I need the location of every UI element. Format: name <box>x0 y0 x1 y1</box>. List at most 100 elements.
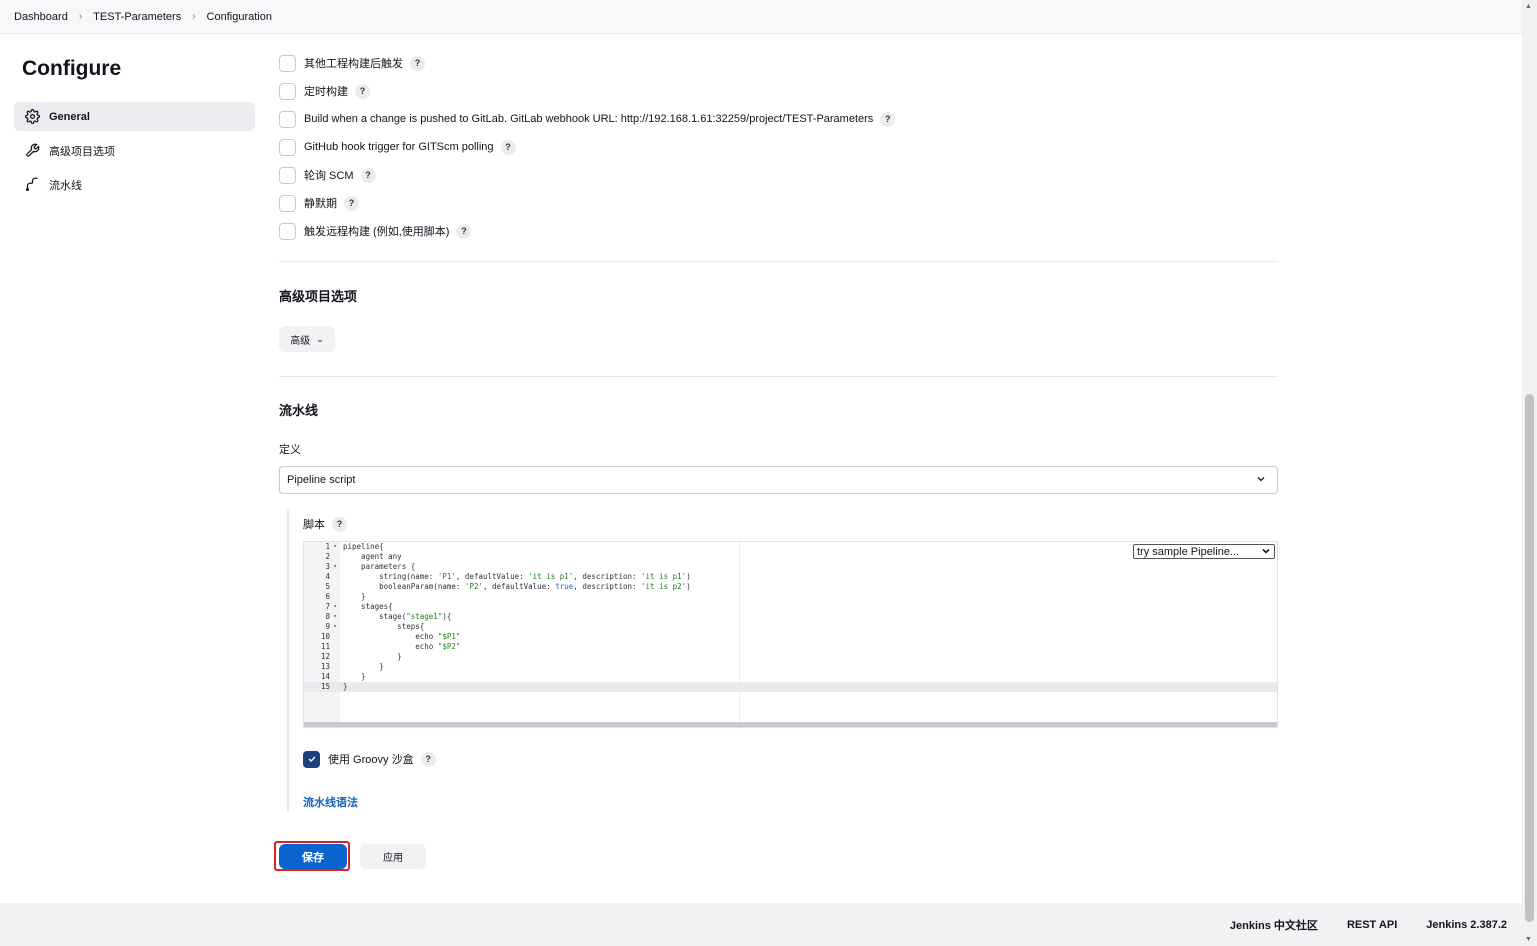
groovy-sandbox-checkbox[interactable] <box>303 750 320 768</box>
apply-button[interactable]: 应用 <box>360 844 426 869</box>
wrench-icon <box>24 143 40 159</box>
sample-pipeline-select[interactable]: try sample Pipeline... <box>1133 544 1275 559</box>
fold-arrow-icon[interactable]: ▾ <box>330 622 340 632</box>
trigger-label: 定时构建 <box>304 86 348 98</box>
line-number: 6 <box>325 592 330 601</box>
chevron-down-icon: ⌄ <box>316 333 324 344</box>
code-line: 6 } <box>304 592 691 602</box>
sidebar-item-general[interactable]: General <box>14 102 255 131</box>
code-line: 8 ▾ stage("stage1"){ <box>304 612 691 622</box>
line-number: 12 <box>320 652 330 661</box>
trigger-row: 触发远程构建 (例如,使用脚本) ? <box>279 222 472 240</box>
line-number: 2 <box>325 552 330 561</box>
code-text: } <box>343 672 366 681</box>
code-text: } <box>343 662 384 671</box>
page-title: Configure <box>22 57 122 80</box>
code-text: pipeline{ <box>343 542 384 551</box>
fold-arrow-icon <box>330 642 340 652</box>
nested-indicator <box>287 510 289 812</box>
line-number: 3 <box>325 562 330 571</box>
help-icon[interactable]: ? <box>880 111 896 127</box>
code-line: 11 echo "$P2" <box>304 642 691 652</box>
chevron-down-icon <box>1260 545 1272 560</box>
line-number: 11 <box>320 642 330 651</box>
help-icon[interactable]: ? <box>500 139 516 155</box>
trigger-checkbox[interactable] <box>279 166 296 184</box>
fold-arrow-icon <box>330 632 340 642</box>
help-icon[interactable]: ? <box>360 167 376 183</box>
line-number: 9 <box>325 622 330 631</box>
chevron-right-icon: › <box>192 11 196 22</box>
code-line: 12 } <box>304 652 691 662</box>
breadcrumb-configuration[interactable]: Configuration <box>207 11 272 23</box>
sidebar-item-label: 流水线 <box>49 179 82 192</box>
pipeline-script-editor[interactable]: 1 ▾ pipeline{2 agent any 3 ▾ parameters {4 s… <box>303 541 1278 728</box>
pipeline-syntax-link[interactable]: 流水线语法 <box>303 794 358 810</box>
trigger-label: 触发远程构建 (例如,使用脚本) <box>304 226 450 238</box>
footer-rest-api-link[interactable]: REST API <box>1347 919 1397 931</box>
footer-community-link[interactable]: Jenkins 中文社区 <box>1230 917 1318 933</box>
code-line: 4 string(name: 'P1', defaultValue: 'it i… <box>304 572 690 582</box>
help-icon[interactable]: ? <box>456 223 472 239</box>
fold-arrow-icon[interactable]: ▾ <box>330 562 340 572</box>
code-text: echo "$P2" <box>343 642 461 651</box>
sidebar-item-pipeline[interactable]: 流水线 <box>14 170 255 199</box>
trigger-checkbox[interactable] <box>279 54 296 72</box>
code-text: stages{ <box>343 602 393 611</box>
fold-arrow-icon[interactable]: ▾ <box>330 612 340 622</box>
footer: Jenkins 中文社区 REST API Jenkins 2.387.2 <box>0 903 1522 946</box>
trigger-checkbox[interactable] <box>279 138 296 156</box>
pipeline-icon <box>24 177 40 193</box>
fold-arrow-icon <box>330 552 340 562</box>
code-line: 9 ▾ steps{ <box>304 622 691 632</box>
fold-arrow-icon <box>330 572 340 582</box>
trigger-checkbox[interactable] <box>279 222 296 240</box>
footer-version-link[interactable]: Jenkins 2.387.2 <box>1426 919 1507 931</box>
line-number: 5 <box>325 582 330 591</box>
sidebar: Configure General 高级项目选项 流水线 <box>14 34 255 199</box>
page-scrollbar[interactable]: ▲ ▼ <box>1522 0 1537 946</box>
line-number: 13 <box>320 662 330 671</box>
advanced-button[interactable]: 高级 ⌄ <box>279 326 335 352</box>
sidebar-item-advanced[interactable]: 高级项目选项 <box>14 136 255 165</box>
trigger-checkbox[interactable] <box>279 194 296 212</box>
line-number: 4 <box>325 572 330 581</box>
groovy-sandbox-row: 使用 Groovy 沙盒 ? <box>303 750 436 768</box>
help-icon[interactable]: ? <box>344 195 359 211</box>
trigger-row: 轮询 SCM ? <box>279 166 376 184</box>
code-text: agent any <box>343 552 402 561</box>
gear-icon <box>24 109 40 125</box>
trigger-checkbox[interactable] <box>279 82 296 100</box>
editor-scrollbar[interactable] <box>304 722 1277 727</box>
breadcrumb-project[interactable]: TEST-Parameters <box>93 11 181 23</box>
scroll-down-icon[interactable]: ▼ <box>1525 936 1532 943</box>
trigger-row: GitHub hook trigger for GITScm polling ? <box>279 138 516 156</box>
help-icon[interactable]: ? <box>332 516 347 532</box>
save-button[interactable]: 保存 <box>279 844 347 869</box>
help-icon[interactable]: ? <box>355 83 370 99</box>
code-text: parameters { <box>343 562 416 571</box>
fold-arrow-icon[interactable]: ▾ <box>330 542 340 552</box>
fold-arrow-icon <box>330 662 340 672</box>
scroll-thumb[interactable] <box>1525 394 1534 922</box>
code-line: 15} <box>304 682 691 692</box>
code-text: echo "$P1" <box>343 632 461 641</box>
definition-select[interactable]: Pipeline script <box>279 466 1278 494</box>
code-text: booleanParam(name: 'P2', defaultValue: t… <box>343 582 691 591</box>
breadcrumb-dashboard[interactable]: Dashboard <box>14 11 68 23</box>
code-text: stage("stage1"){ <box>343 612 452 621</box>
trigger-checkbox[interactable] <box>279 110 296 128</box>
chevron-right-icon: › <box>78 11 83 22</box>
advanced-button-label: 高级 <box>290 335 311 347</box>
help-icon[interactable]: ? <box>420 751 436 767</box>
help-icon[interactable]: ? <box>410 55 425 71</box>
chevron-down-icon <box>1255 473 1267 488</box>
code-line: 2 agent any <box>304 552 691 562</box>
code-line: 13 } <box>304 662 691 672</box>
scroll-up-icon[interactable]: ▲ <box>1525 3 1532 10</box>
code-text: } <box>343 682 348 691</box>
trigger-label: Build when a change is pushed to GitLab.… <box>304 113 874 125</box>
fold-arrow-icon[interactable]: ▾ <box>330 602 340 612</box>
trigger-label: 静默期 <box>304 198 337 210</box>
groovy-sandbox-label: 使用 Groovy 沙盒 <box>328 754 414 766</box>
